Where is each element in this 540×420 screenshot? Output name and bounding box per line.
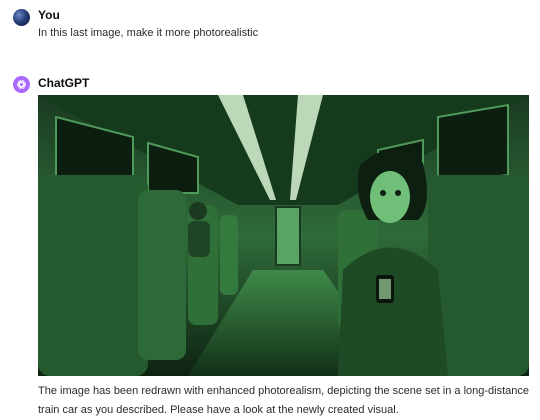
openai-logo-icon — [16, 80, 27, 89]
chatgpt-avatar — [13, 76, 30, 93]
user-message-text: In this last image, make it more photore… — [38, 27, 259, 39]
generated-image[interactable] — [38, 95, 529, 376]
train-scene-illustration — [38, 95, 529, 376]
assistant-message-text: The image has been redrawn with enhanced… — [38, 385, 530, 416]
user-avatar — [13, 9, 30, 26]
assistant-sender-name: ChatGPT — [38, 76, 90, 90]
user-sender-name: You — [38, 8, 60, 22]
